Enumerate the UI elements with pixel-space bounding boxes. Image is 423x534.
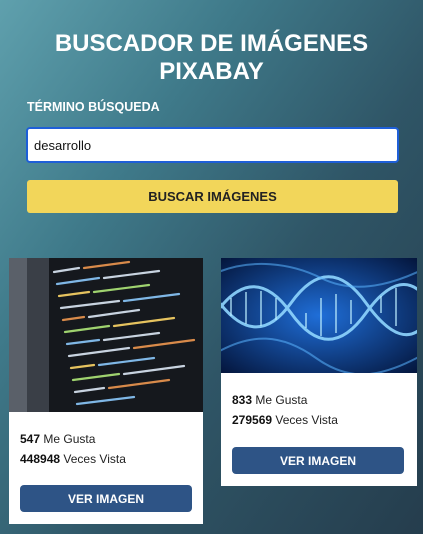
views-stat: 448948 Veces Vista: [20, 452, 126, 466]
search-input[interactable]: [26, 127, 399, 163]
search-button[interactable]: BUSCAR IMÁGENES: [27, 180, 398, 213]
views-count: 279569: [232, 413, 273, 427]
likes-label: Me Gusta: [43, 432, 96, 446]
views-label: Veces Vista: [275, 413, 338, 427]
views-stat: 279569 Veces Vista: [232, 413, 338, 427]
likes-label: Me Gusta: [255, 393, 308, 407]
view-image-button[interactable]: VER IMAGEN: [20, 485, 192, 512]
likes-stat: 833 Me Gusta: [232, 393, 307, 407]
views-label: Veces Vista: [63, 452, 126, 466]
result-image-dna: [221, 258, 417, 373]
result-card: 833 Me Gusta 279569 Veces Vista VER IMAG…: [221, 258, 417, 486]
page-title: BUSCADOR DE IMÁGENES PIXABAY: [54, 30, 369, 85]
views-count: 448948: [20, 452, 61, 466]
likes-stat: 547 Me Gusta: [20, 432, 95, 446]
likes-count: 547: [20, 432, 41, 446]
view-image-button[interactable]: VER IMAGEN: [232, 447, 404, 474]
result-image-code: [9, 258, 203, 412]
search-label: TÉRMINO BÚSQUEDA: [27, 100, 160, 114]
result-card: 547 Me Gusta 448948 Veces Vista VER IMAG…: [9, 258, 203, 524]
likes-count: 833: [232, 393, 253, 407]
